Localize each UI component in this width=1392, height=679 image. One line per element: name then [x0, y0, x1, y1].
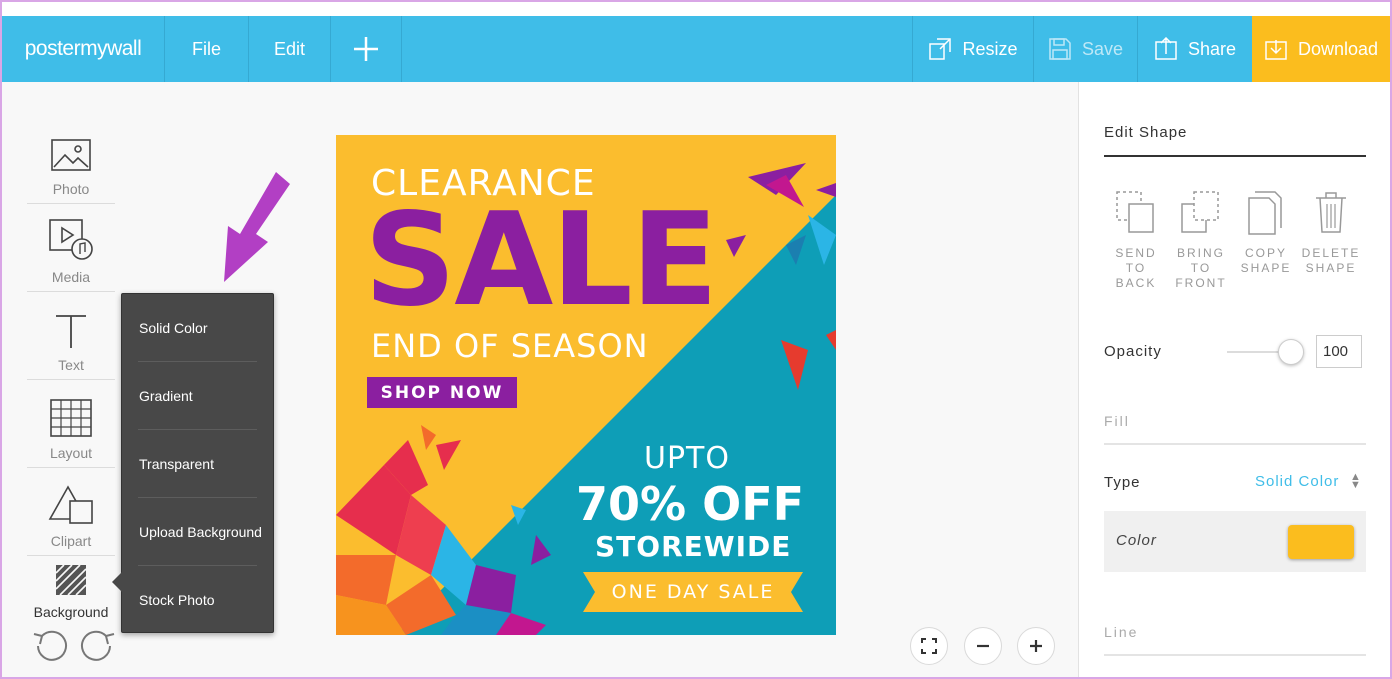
- tool-clipart-label: Clipart: [50, 533, 92, 549]
- save-icon: [1049, 38, 1071, 60]
- tool-layout[interactable]: Layout: [27, 380, 115, 468]
- poster-storewide: STOREWIDE: [595, 530, 792, 563]
- menu-item-solid-color[interactable]: Solid Color: [122, 294, 273, 362]
- tool-layout-label: Layout: [49, 445, 93, 461]
- copy-shape-button[interactable]: COPY SHAPE: [1234, 190, 1298, 276]
- resize-icon: [929, 38, 952, 60]
- resize-button[interactable]: Resize: [912, 16, 1033, 82]
- top-bar: postermywall File Edit Resize Save Share…: [2, 16, 1390, 82]
- copy-icon: [1248, 191, 1282, 235]
- panel-title-divider: [1104, 155, 1366, 157]
- fill-divider: [1104, 443, 1366, 445]
- tool-clipart[interactable]: Clipart: [27, 468, 115, 556]
- fit-screen-icon: [921, 638, 937, 654]
- poster-shop-now: SHOP NOW: [367, 377, 517, 408]
- send-to-back-icon: [1116, 191, 1154, 233]
- send-to-back-button[interactable]: SEND TO BACK: [1104, 190, 1168, 291]
- panel-title: Edit Shape: [1104, 124, 1188, 141]
- plus-icon: [1030, 640, 1042, 652]
- edit-shape-panel: Edit Shape SEND TO BACK BRING TO FRONT C…: [1078, 82, 1390, 677]
- background-icon: [55, 564, 87, 596]
- trash-icon: [1316, 192, 1346, 233]
- resize-label: Resize: [962, 38, 1018, 59]
- tool-text[interactable]: Text: [27, 292, 115, 380]
- share-button[interactable]: Share: [1137, 16, 1252, 82]
- plus-icon: [354, 37, 378, 61]
- tool-text-label: Text: [58, 357, 84, 373]
- tool-background[interactable]: Background: [27, 556, 115, 626]
- photo-icon: [51, 139, 91, 171]
- bring-to-front-button[interactable]: BRING TO FRONT: [1169, 190, 1233, 291]
- zoom-in-button[interactable]: [1017, 627, 1055, 665]
- poster-canvas[interactable]: CLEARANCE SALE END OF SEASON SHOP NOW UP…: [336, 135, 836, 635]
- zoom-out-button[interactable]: [964, 627, 1002, 665]
- tool-photo-label: Photo: [52, 181, 90, 197]
- download-button[interactable]: Download: [1252, 16, 1390, 82]
- color-swatch[interactable]: [1288, 525, 1354, 559]
- save-label: Save: [1081, 38, 1124, 59]
- clipart-icon: [48, 485, 93, 524]
- redo-icon[interactable]: [78, 626, 116, 666]
- download-icon: [1265, 40, 1287, 60]
- media-icon: [49, 219, 93, 260]
- bring-to-front-icon: [1181, 191, 1219, 233]
- type-select[interactable]: Solid Color: [1255, 473, 1339, 490]
- select-caret-icon[interactable]: ▲ ▼: [1350, 472, 1361, 491]
- edit-menu[interactable]: Edit: [249, 16, 331, 82]
- layout-icon: [50, 399, 92, 437]
- tool-background-label: Background: [33, 604, 109, 620]
- poster-upto: UPTO: [644, 441, 730, 476]
- bring-to-front-label: BRING TO FRONT: [1175, 246, 1227, 290]
- poster-one-day-sale: ONE DAY SALE: [611, 581, 775, 603]
- color-row: Color: [1104, 511, 1366, 572]
- opacity-slider-handle[interactable]: [1278, 339, 1304, 365]
- fit-screen-button[interactable]: [910, 627, 948, 665]
- undo-icon[interactable]: [32, 626, 70, 666]
- line-section-label: Line: [1104, 624, 1139, 640]
- app-logo[interactable]: postermywall: [2, 16, 165, 82]
- opacity-label: Opacity: [1104, 343, 1162, 360]
- tool-photo[interactable]: Photo: [27, 116, 115, 204]
- opacity-input[interactable]: 100: [1316, 335, 1362, 368]
- send-to-back-label: SEND TO BACK: [1115, 246, 1157, 290]
- add-button[interactable]: [331, 16, 402, 82]
- type-label: Type: [1104, 474, 1141, 491]
- poster-sale: SALE: [364, 186, 718, 335]
- delete-shape-button[interactable]: DELETE SHAPE: [1299, 190, 1363, 276]
- file-menu[interactable]: File: [165, 16, 249, 82]
- poster-70-off: 70% OFF: [576, 477, 805, 531]
- delete-shape-label: DELETE SHAPE: [1301, 246, 1361, 275]
- text-icon: [56, 315, 86, 348]
- tool-media[interactable]: Media: [27, 204, 115, 292]
- minus-icon: [977, 644, 989, 648]
- menu-item-upload-background[interactable]: Upload Background: [122, 498, 273, 566]
- menu-item-gradient[interactable]: Gradient: [122, 362, 273, 430]
- save-button[interactable]: Save: [1033, 16, 1137, 82]
- download-label: Download: [1297, 38, 1379, 59]
- line-divider: [1104, 654, 1366, 656]
- annotation-arrow-icon: [224, 172, 290, 282]
- copy-shape-label: COPY SHAPE: [1240, 246, 1292, 275]
- share-label: Share: [1187, 38, 1237, 59]
- share-icon: [1155, 37, 1177, 60]
- tool-media-label: Media: [51, 269, 91, 285]
- background-menu: Solid Color Gradient Transparent Upload …: [112, 293, 274, 634]
- poster-end-of-season: END OF SEASON: [371, 327, 649, 365]
- menu-item-transparent[interactable]: Transparent: [122, 430, 273, 498]
- menu-item-stock-photo[interactable]: Stock Photo: [122, 566, 273, 634]
- fill-section-label: Fill: [1104, 413, 1130, 429]
- color-label: Color: [1116, 532, 1157, 549]
